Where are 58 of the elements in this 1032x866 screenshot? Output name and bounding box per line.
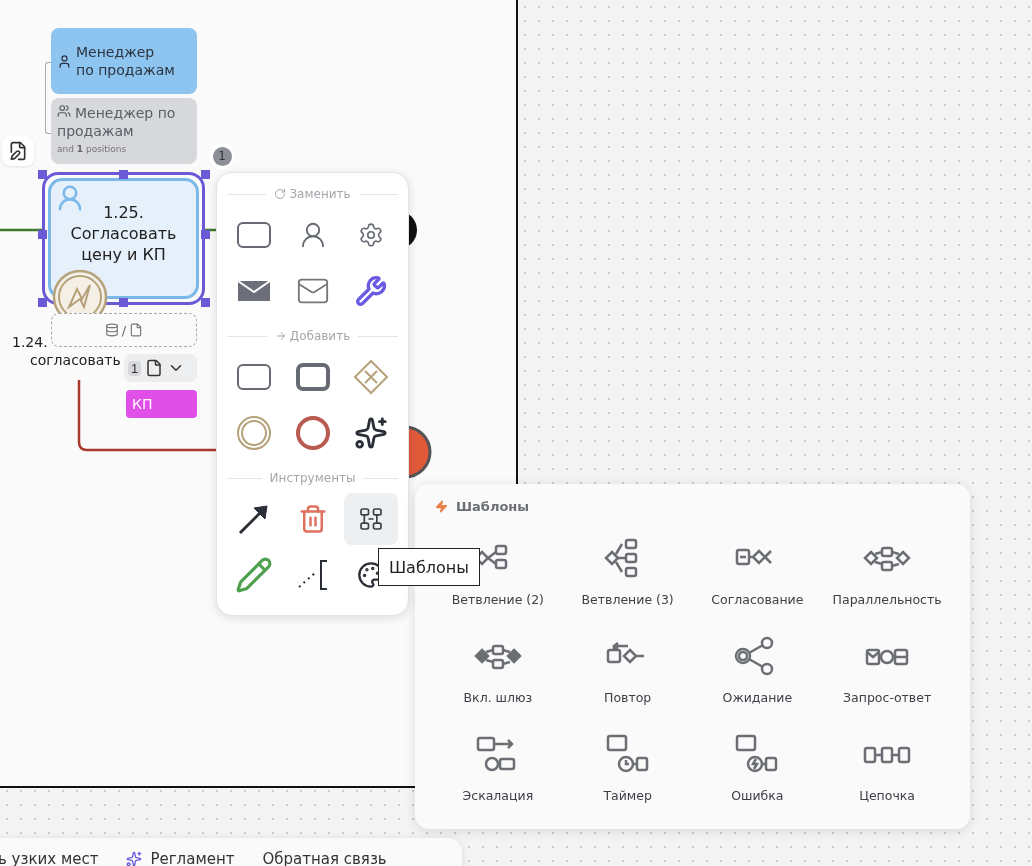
template-button[interactable]: Эскалация [433, 724, 563, 818]
task-label: 1.24. [12, 334, 48, 350]
template-button[interactable]: Таймер [562, 724, 693, 818]
lightning-icon [435, 499, 448, 513]
section-title: Добавить [274, 329, 351, 343]
database-icon [104, 323, 119, 337]
resize-handle[interactable] [38, 298, 47, 307]
wrench-icon [355, 275, 387, 307]
resize-handle[interactable] [38, 230, 47, 239]
task-node[interactable]: 1.25. Согласовать цену и КП [48, 178, 199, 299]
lane-label: Менеджер по продажам [57, 104, 177, 140]
section-title: Инструменты [269, 471, 356, 485]
double-circle-icon [236, 415, 272, 451]
lane-card[interactable]: Менеджер по продажам [51, 28, 197, 94]
document-tag: КП [126, 390, 197, 418]
separator-text: / [121, 322, 127, 338]
panel-title: Шаблоны [456, 498, 530, 514]
gear-icon [358, 222, 384, 248]
edit-button[interactable] [2, 136, 34, 166]
file-icon [145, 359, 164, 377]
arrow-right-icon [274, 330, 287, 342]
resize-handle[interactable] [201, 170, 210, 179]
resize-handle[interactable] [119, 170, 128, 179]
template-button[interactable]: Вкл. шлюз [433, 626, 563, 720]
lane-label: Менеджер по продажам [76, 43, 176, 79]
pencil-icon [235, 556, 273, 594]
resize-handle[interactable] [201, 298, 210, 307]
template-button[interactable]: Ветвление (3) [562, 528, 693, 622]
tool-button[interactable] [344, 493, 398, 545]
task-label: согласовать [30, 352, 121, 368]
document-dropdown[interactable]: 1 [124, 354, 197, 382]
template-button[interactable]: Повтор [562, 626, 693, 720]
resize-handle[interactable] [38, 170, 47, 179]
ring-icon [294, 415, 331, 451]
flow-line [0, 228, 42, 232]
section-title: Заменить [274, 187, 351, 201]
bar-item[interactable]: Регламент [126, 850, 235, 866]
diamond-icon [353, 359, 389, 395]
resize-handle[interactable] [201, 230, 210, 239]
template-button[interactable]: Ошибка [692, 724, 823, 818]
sparkle-icon [126, 851, 143, 866]
template-button[interactable]: Согласование [692, 528, 823, 622]
people-icon [57, 104, 71, 118]
refresh-icon [274, 188, 287, 200]
template-button[interactable]: Цепочка [822, 724, 952, 818]
person-icon [57, 53, 72, 69]
data-field[interactable]: / [51, 313, 197, 347]
sparkle-icon [354, 416, 388, 450]
lane-card[interactable]: Менеджер по продажам and 1 positions [51, 98, 197, 164]
template-button[interactable]: Запрос-ответ [822, 626, 952, 720]
tooltip: Шаблоны [378, 548, 480, 586]
edit-file-icon [8, 141, 28, 161]
task-label: 1.25. Согласовать цену и КП [69, 202, 178, 265]
template-button[interactable]: Ожидание [692, 626, 823, 720]
template-button[interactable]: Параллельность [822, 528, 952, 622]
positions-note: and 1 positions [57, 144, 128, 155]
file-icon [129, 323, 144, 337]
resize-handle[interactable] [119, 298, 128, 307]
